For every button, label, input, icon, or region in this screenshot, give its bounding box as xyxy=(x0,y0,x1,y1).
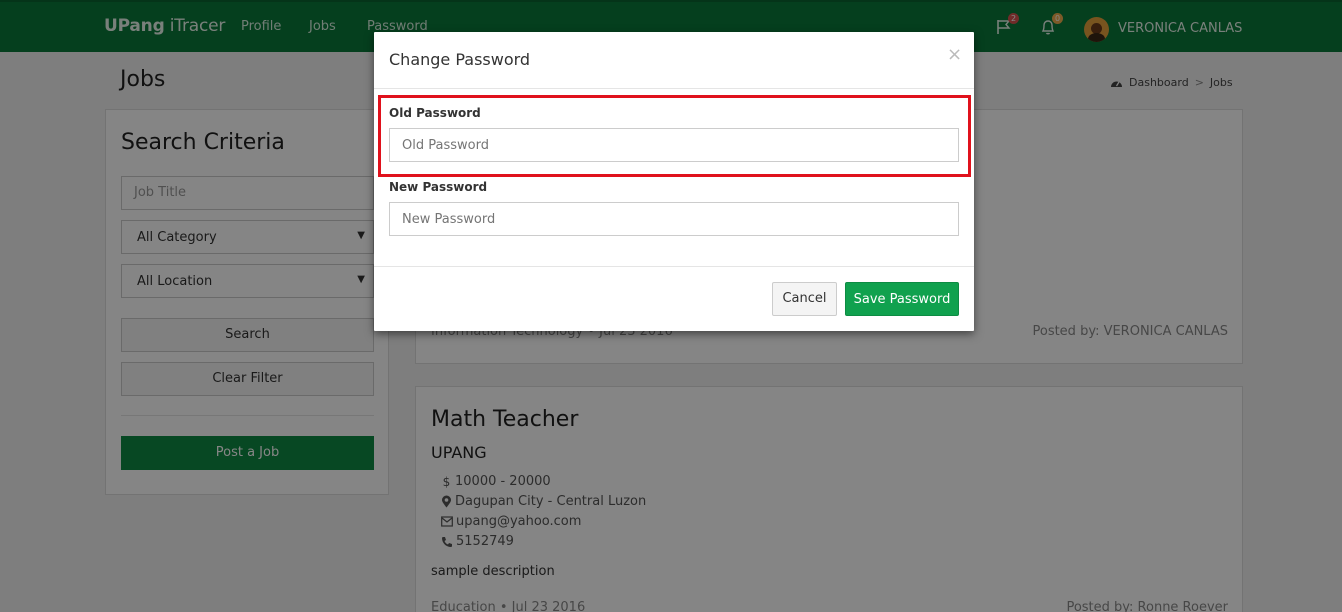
old-password-label: Old Password xyxy=(389,106,481,120)
modal-title: Change Password xyxy=(389,50,531,69)
save-password-button[interactable]: Save Password xyxy=(845,282,959,316)
modal-footer-divider xyxy=(374,266,974,267)
new-password-input[interactable] xyxy=(389,202,959,236)
change-password-modal: Change Password × Old Password New Passw… xyxy=(374,32,974,331)
modal-header-divider xyxy=(374,88,974,89)
close-icon[interactable]: × xyxy=(947,46,962,64)
old-password-input[interactable] xyxy=(389,128,959,162)
cancel-button[interactable]: Cancel xyxy=(772,282,837,316)
new-password-label: New Password xyxy=(389,180,488,194)
